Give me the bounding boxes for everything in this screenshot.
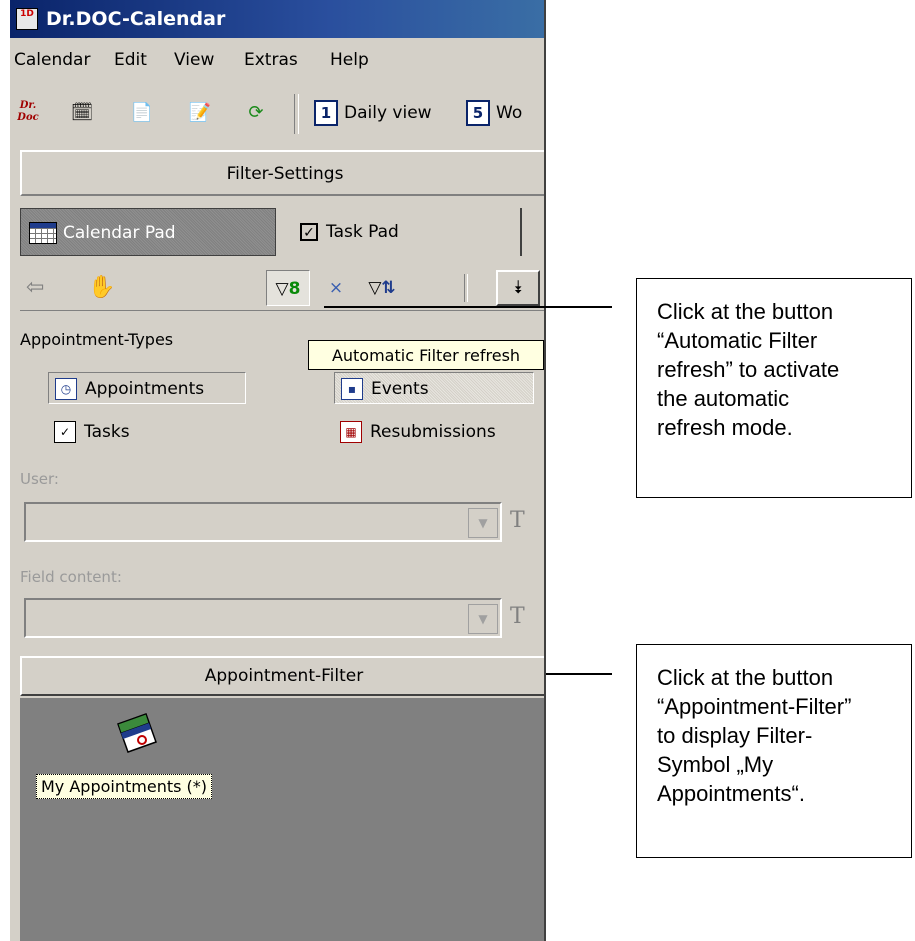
app-calendar-icon: 1D	[16, 8, 38, 30]
filter-symbols-panel: My Appointments (*)	[20, 698, 544, 941]
user-label: User:	[20, 470, 59, 488]
toolbar-separator	[294, 94, 299, 134]
tooltip: Automatic Filter refresh	[308, 340, 544, 370]
daily-view-button[interactable]: 1 Daily view	[314, 98, 432, 128]
filter-refresh-icon: ▽8	[275, 279, 301, 299]
callout-line: refresh mode.	[657, 415, 793, 440]
daily-view-label: Daily view	[344, 103, 432, 123]
clear-filter-button[interactable]: ⨯	[314, 270, 358, 306]
menu-extras[interactable]: Extras	[244, 40, 298, 80]
appointment-types-heading: Appointment-Types	[20, 330, 174, 349]
appointment-clock-icon: ◷	[55, 378, 77, 400]
text-toggle-icon[interactable]: T	[510, 508, 525, 533]
field-content-select[interactable]: ▼	[24, 598, 502, 638]
my-appointments-label[interactable]: My Appointments (*)	[36, 774, 213, 799]
event-icon: ▪	[341, 378, 363, 400]
filter-settings-button[interactable]: Filter-Settings	[20, 150, 544, 196]
title-bar[interactable]: 1D Dr.DOC-Calendar	[10, 0, 544, 38]
callout-line: Click at the button	[657, 299, 834, 324]
user-select[interactable]: ▼	[24, 502, 502, 542]
chevron-down-icon[interactable]: ▼	[468, 508, 498, 538]
events-label: Events	[371, 379, 429, 399]
resubmissions-label: Resubmissions	[370, 422, 496, 442]
chevron-down-icon[interactable]: ▼	[468, 604, 498, 634]
menu-edit[interactable]: Edit	[114, 40, 147, 80]
callout-line: to display Filter-	[657, 723, 813, 748]
callout-appointment-filter: Click at the button “Appointment-Filter”…	[636, 644, 912, 858]
callout-line: “Appointment-Filter”	[657, 694, 852, 719]
callout-auto-refresh: Click at the button “Automatic Filter re…	[636, 278, 912, 498]
appointments-toggle[interactable]: ◷ Appointments	[48, 372, 246, 404]
callout-leader-line	[324, 306, 612, 308]
appointment-filter-button[interactable]: Appointment-Filter	[20, 656, 544, 696]
callout-line: “Automatic Filter	[657, 328, 818, 353]
callout-line: the automatic	[657, 386, 790, 411]
appointments-label: Appointments	[85, 379, 205, 399]
callout-line: Click at the button	[657, 665, 834, 690]
callout-leader-line	[546, 673, 612, 675]
menu-help[interactable]: Help	[330, 40, 369, 80]
window-title: Dr.DOC-Calendar	[46, 8, 226, 30]
filter-sync-button[interactable]: ▽⇅	[360, 270, 404, 306]
calendar-grid-icon	[29, 222, 57, 244]
task-checkbox-icon: ✓	[54, 421, 76, 443]
checkbox-task-icon: ✓	[300, 223, 318, 241]
resubmission-calendar-icon: ▦	[340, 421, 362, 443]
tab-calendar-pad-label: Calendar Pad	[63, 223, 176, 243]
automatic-filter-refresh-button[interactable]: ▽8	[266, 270, 310, 306]
expand-button[interactable]: ⯯	[496, 270, 540, 306]
user-hand-icon[interactable]: ✋	[88, 274, 115, 302]
tasks-toggle[interactable]: ✓ Tasks	[48, 416, 246, 448]
drdoc-logo-icon[interactable]: Dr. Doc	[14, 100, 42, 126]
text-toggle-icon[interactable]: T	[510, 604, 525, 629]
menu-bar: Calendar Edit View Extras Help	[10, 40, 544, 80]
refresh-icon[interactable]: ⟳	[242, 100, 270, 126]
callout-line: Symbol „My	[657, 752, 774, 777]
week-view-label: Wo	[496, 103, 523, 123]
back-arrow-icon[interactable]: ⇦	[26, 274, 44, 302]
week-view-button[interactable]: 5 Wo	[466, 98, 522, 128]
day-1-icon: 1	[314, 100, 338, 126]
new-appointment-icon[interactable]: 🗓	[68, 100, 96, 126]
new-note-icon[interactable]: 📝	[186, 100, 214, 126]
field-content-label: Field content:	[20, 568, 122, 586]
resubmissions-toggle[interactable]: ▦ Resubmissions	[334, 416, 544, 448]
week-5-icon: 5	[466, 100, 490, 126]
tab-task-pad-label: Task Pad	[326, 222, 399, 242]
toolbar: Dr. Doc 🗓 📄 📝 ⟳ 1 Daily view 5 Wo	[10, 88, 544, 138]
menu-view[interactable]: View	[174, 40, 214, 80]
tasks-label: Tasks	[84, 422, 130, 442]
app-window: 1D Dr.DOC-Calendar Calendar Edit View Ex…	[8, 0, 546, 941]
filter-sync-icon: ▽⇅	[368, 278, 396, 298]
filter-toolbar: ⇦ ✋ ▽8 ⨯ ▽⇅ ⯯	[20, 266, 544, 311]
events-toggle[interactable]: ▪ Events	[334, 372, 534, 404]
my-appointments-icon[interactable]	[112, 712, 162, 756]
tab-task-pad[interactable]: ✓ Task Pad	[282, 208, 522, 256]
double-chevron-down-icon: ⯯	[512, 277, 524, 298]
filter-toolbar-separator	[464, 274, 468, 302]
pad-tabs: Calendar Pad ✓ Task Pad	[20, 208, 544, 258]
tab-calendar-pad[interactable]: Calendar Pad	[20, 208, 276, 256]
menu-calendar[interactable]: Calendar	[14, 40, 90, 80]
callout-line: Appointments“.	[657, 781, 805, 806]
callout-line: refresh” to activate	[657, 357, 840, 382]
filter-clear-icon: ⨯	[328, 278, 344, 298]
new-document-icon[interactable]: 📄	[128, 100, 156, 126]
